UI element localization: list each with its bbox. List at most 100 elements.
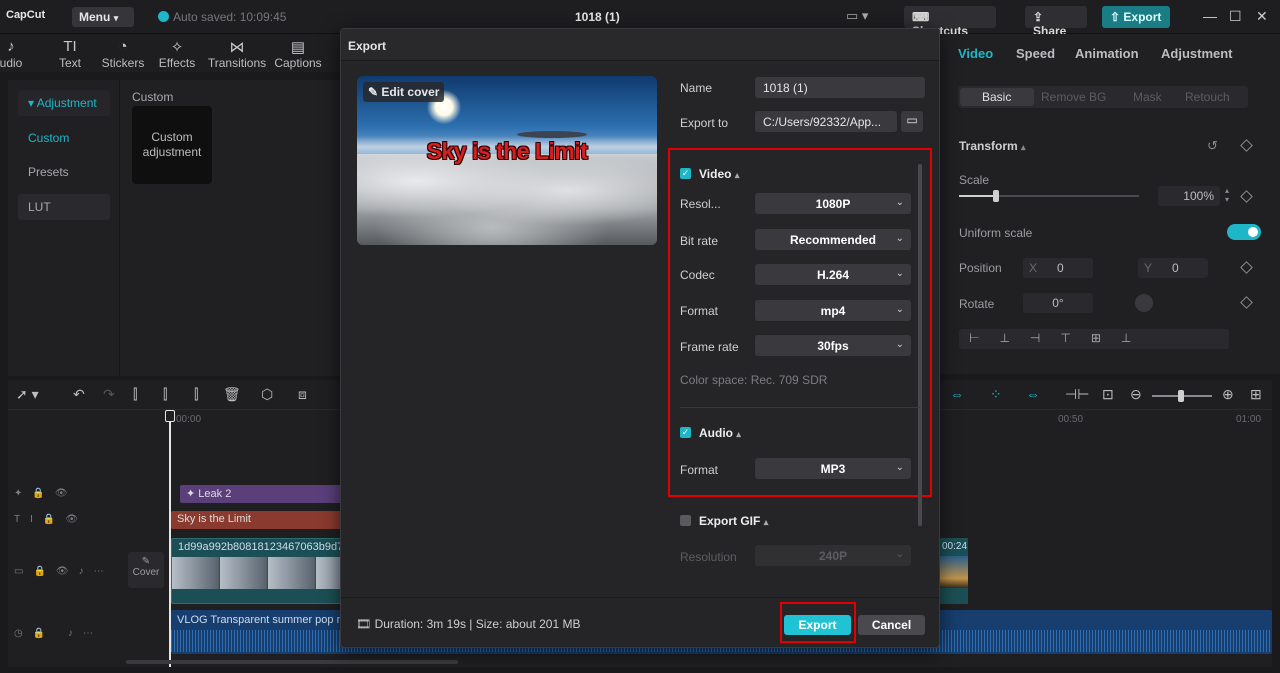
uniform-scale-toggle[interactable]: [1227, 224, 1261, 240]
transform-title: Transform ▴: [959, 139, 1026, 153]
keyframe-icon[interactable]: [1240, 261, 1253, 274]
format-select[interactable]: mp4 ⌄: [755, 300, 911, 321]
custom-adjustment-card[interactable]: Custom adjustment: [132, 106, 212, 184]
tab-adjustment[interactable]: Adjustment: [1161, 46, 1233, 61]
tool-transitions[interactable]: ⋈ Transitions: [205, 38, 269, 70]
top-export-button[interactable]: ⇧ Export: [1102, 6, 1170, 28]
magnet-icon[interactable]: ⁘: [990, 386, 1002, 403]
sidebar-item-adjustment[interactable]: ▾ Adjustment: [18, 90, 110, 116]
effect-clip[interactable]: ✦ Leak 2: [180, 485, 342, 503]
rotate-input[interactable]: 0°: [1023, 293, 1093, 313]
marker-icon[interactable]: ⬡: [261, 386, 273, 403]
framerate-select[interactable]: 30fps ⌄: [755, 335, 911, 356]
bitrate-select[interactable]: Recommended ⌄: [755, 229, 911, 250]
split-right-icon[interactable]: ⫿: [194, 386, 198, 403]
maximize-icon[interactable]: ☐: [1229, 8, 1242, 25]
split-icon[interactable]: ⫿: [133, 386, 137, 403]
properties-panel: Video Speed Animation Adjustment Basic R…: [940, 34, 1280, 374]
autosave-text: Auto saved: 10:09:45: [173, 10, 287, 24]
zoom-slider[interactable]: [1152, 390, 1212, 402]
split-view-icon[interactable]: ⊣⊢: [1065, 386, 1089, 403]
audio-section-title: Audio ▴: [699, 426, 741, 440]
timeline-scrollbar[interactable]: [126, 660, 458, 664]
sidebar-item-custom[interactable]: Custom: [18, 125, 110, 151]
position-label: Position: [959, 261, 1002, 275]
settings-scrollbar[interactable]: [918, 164, 922, 526]
cover-preview[interactable]: Sky is the Limit ✎ Edit cover: [357, 76, 657, 245]
gif-resolution-select[interactable]: 240P ⌄: [755, 545, 911, 566]
y-axis-label: Y: [1144, 261, 1153, 275]
zoom-slider-thumb[interactable]: [1178, 390, 1184, 402]
rotate-dial-icon[interactable]: [1135, 294, 1153, 312]
video-clip-tail[interactable]: 00:24: [940, 538, 968, 604]
format-value: mp4: [820, 304, 846, 318]
layout-icon[interactable]: ▭ ▾: [846, 8, 876, 26]
keyframe-icon[interactable]: [1240, 139, 1253, 152]
position-y-input[interactable]: Y0: [1138, 258, 1208, 278]
audio-checkbox[interactable]: ✓: [680, 427, 691, 438]
subtab-mask[interactable]: Mask: [1133, 90, 1162, 104]
link-icon[interactable]: ⇔: [950, 386, 964, 402]
subtab-basic[interactable]: Basic: [982, 90, 1011, 104]
edit-cover-button[interactable]: ✎ Edit cover: [363, 82, 445, 102]
scale-slider[interactable]: [959, 190, 1139, 202]
sidebar-item-lut[interactable]: LUT: [18, 194, 110, 220]
adjustment-sidebar: ▾ Adjustment Custom Presets LUT: [8, 80, 120, 376]
tool-audio[interactable]: ♪ udio: [0, 38, 36, 70]
text-clip[interactable]: Sky is the Limit: [171, 511, 342, 529]
resolution-select[interactable]: 1080P ⌄: [755, 193, 911, 214]
video-checkbox[interactable]: ✓: [680, 168, 691, 179]
audio-format-select[interactable]: MP3 ⌄: [755, 458, 911, 479]
export-summary-text: Duration: 3m 19s | Size: about 201 MB: [374, 617, 581, 631]
tab-speed[interactable]: Speed: [1016, 46, 1055, 61]
dialog-titlebar: [341, 29, 939, 61]
crop-icon[interactable]: ⧈: [298, 386, 307, 403]
fit-icon[interactable]: ⊞: [1250, 386, 1262, 403]
section-divider: [680, 407, 920, 408]
codec-value: H.264: [816, 268, 850, 282]
tool-captions[interactable]: ▤ Captions: [266, 38, 330, 70]
cancel-button[interactable]: Cancel: [858, 615, 925, 635]
name-input[interactable]: 1018 (1): [755, 77, 925, 98]
position-x-input[interactable]: X0: [1023, 258, 1093, 278]
tool-effects[interactable]: ✧ Effects: [145, 38, 209, 70]
export-dialog: Export Sky is the Limit ✎ Edit cover Nam…: [340, 28, 940, 648]
undo-icon[interactable]: ↶: [73, 386, 85, 403]
effect-icon: ✦: [186, 488, 199, 500]
keyframe-icon[interactable]: [1240, 296, 1253, 309]
gif-checkbox[interactable]: [680, 515, 691, 526]
delete-icon[interactable]: 🗑: [223, 386, 241, 403]
minimize-icon[interactable]: —: [1203, 8, 1217, 24]
select-icon[interactable]: ➚ ▾: [16, 386, 39, 403]
video-clip[interactable]: 1d99a992b80818123467063b9d74: [171, 538, 342, 604]
stepper-icon[interactable]: ▴ ▾: [1225, 186, 1237, 206]
tab-video[interactable]: Video: [958, 46, 993, 61]
keyframe-icon[interactable]: [1240, 190, 1253, 203]
shortcuts-button[interactable]: ⌨ Shortcuts: [904, 6, 996, 38]
reset-icon[interactable]: ↺: [1207, 138, 1218, 154]
menu-button[interactable]: Menu ▾: [72, 7, 134, 27]
export-button[interactable]: Export: [784, 615, 851, 635]
scale-slider-thumb[interactable]: [993, 190, 999, 202]
transitions-icon: ⋈: [229, 39, 245, 56]
sidebar-item-presets[interactable]: Presets: [18, 159, 110, 185]
zoom-in-icon[interactable]: ⊕: [1222, 386, 1234, 403]
tool-label: Transitions: [207, 56, 267, 70]
playhead-handle[interactable]: [165, 410, 175, 422]
subtab-remove-bg[interactable]: Remove BG: [1041, 90, 1106, 104]
snap-icon[interactable]: ⇔: [1026, 386, 1040, 402]
cover-button[interactable]: ✎ Cover: [128, 552, 164, 588]
split-left-icon[interactable]: ⫿: [163, 386, 167, 403]
export-path-input[interactable]: C:/Users/92332/App...: [755, 111, 897, 132]
codec-select[interactable]: H.264 ⌄: [755, 264, 911, 285]
preview-icon[interactable]: ⊡: [1102, 386, 1114, 403]
scale-input[interactable]: 100%: [1158, 186, 1220, 206]
subtab-retouch[interactable]: Retouch: [1185, 90, 1230, 104]
tab-animation[interactable]: Animation: [1075, 46, 1139, 61]
chevron-down-icon: ▾: [113, 13, 119, 23]
share-button[interactable]: ⇪ Share: [1025, 6, 1087, 38]
folder-button[interactable]: ▭: [901, 111, 923, 132]
zoom-out-icon[interactable]: ⊖: [1130, 386, 1142, 403]
close-icon[interactable]: ✕: [1256, 8, 1268, 25]
redo-icon[interactable]: ↷: [103, 386, 115, 403]
